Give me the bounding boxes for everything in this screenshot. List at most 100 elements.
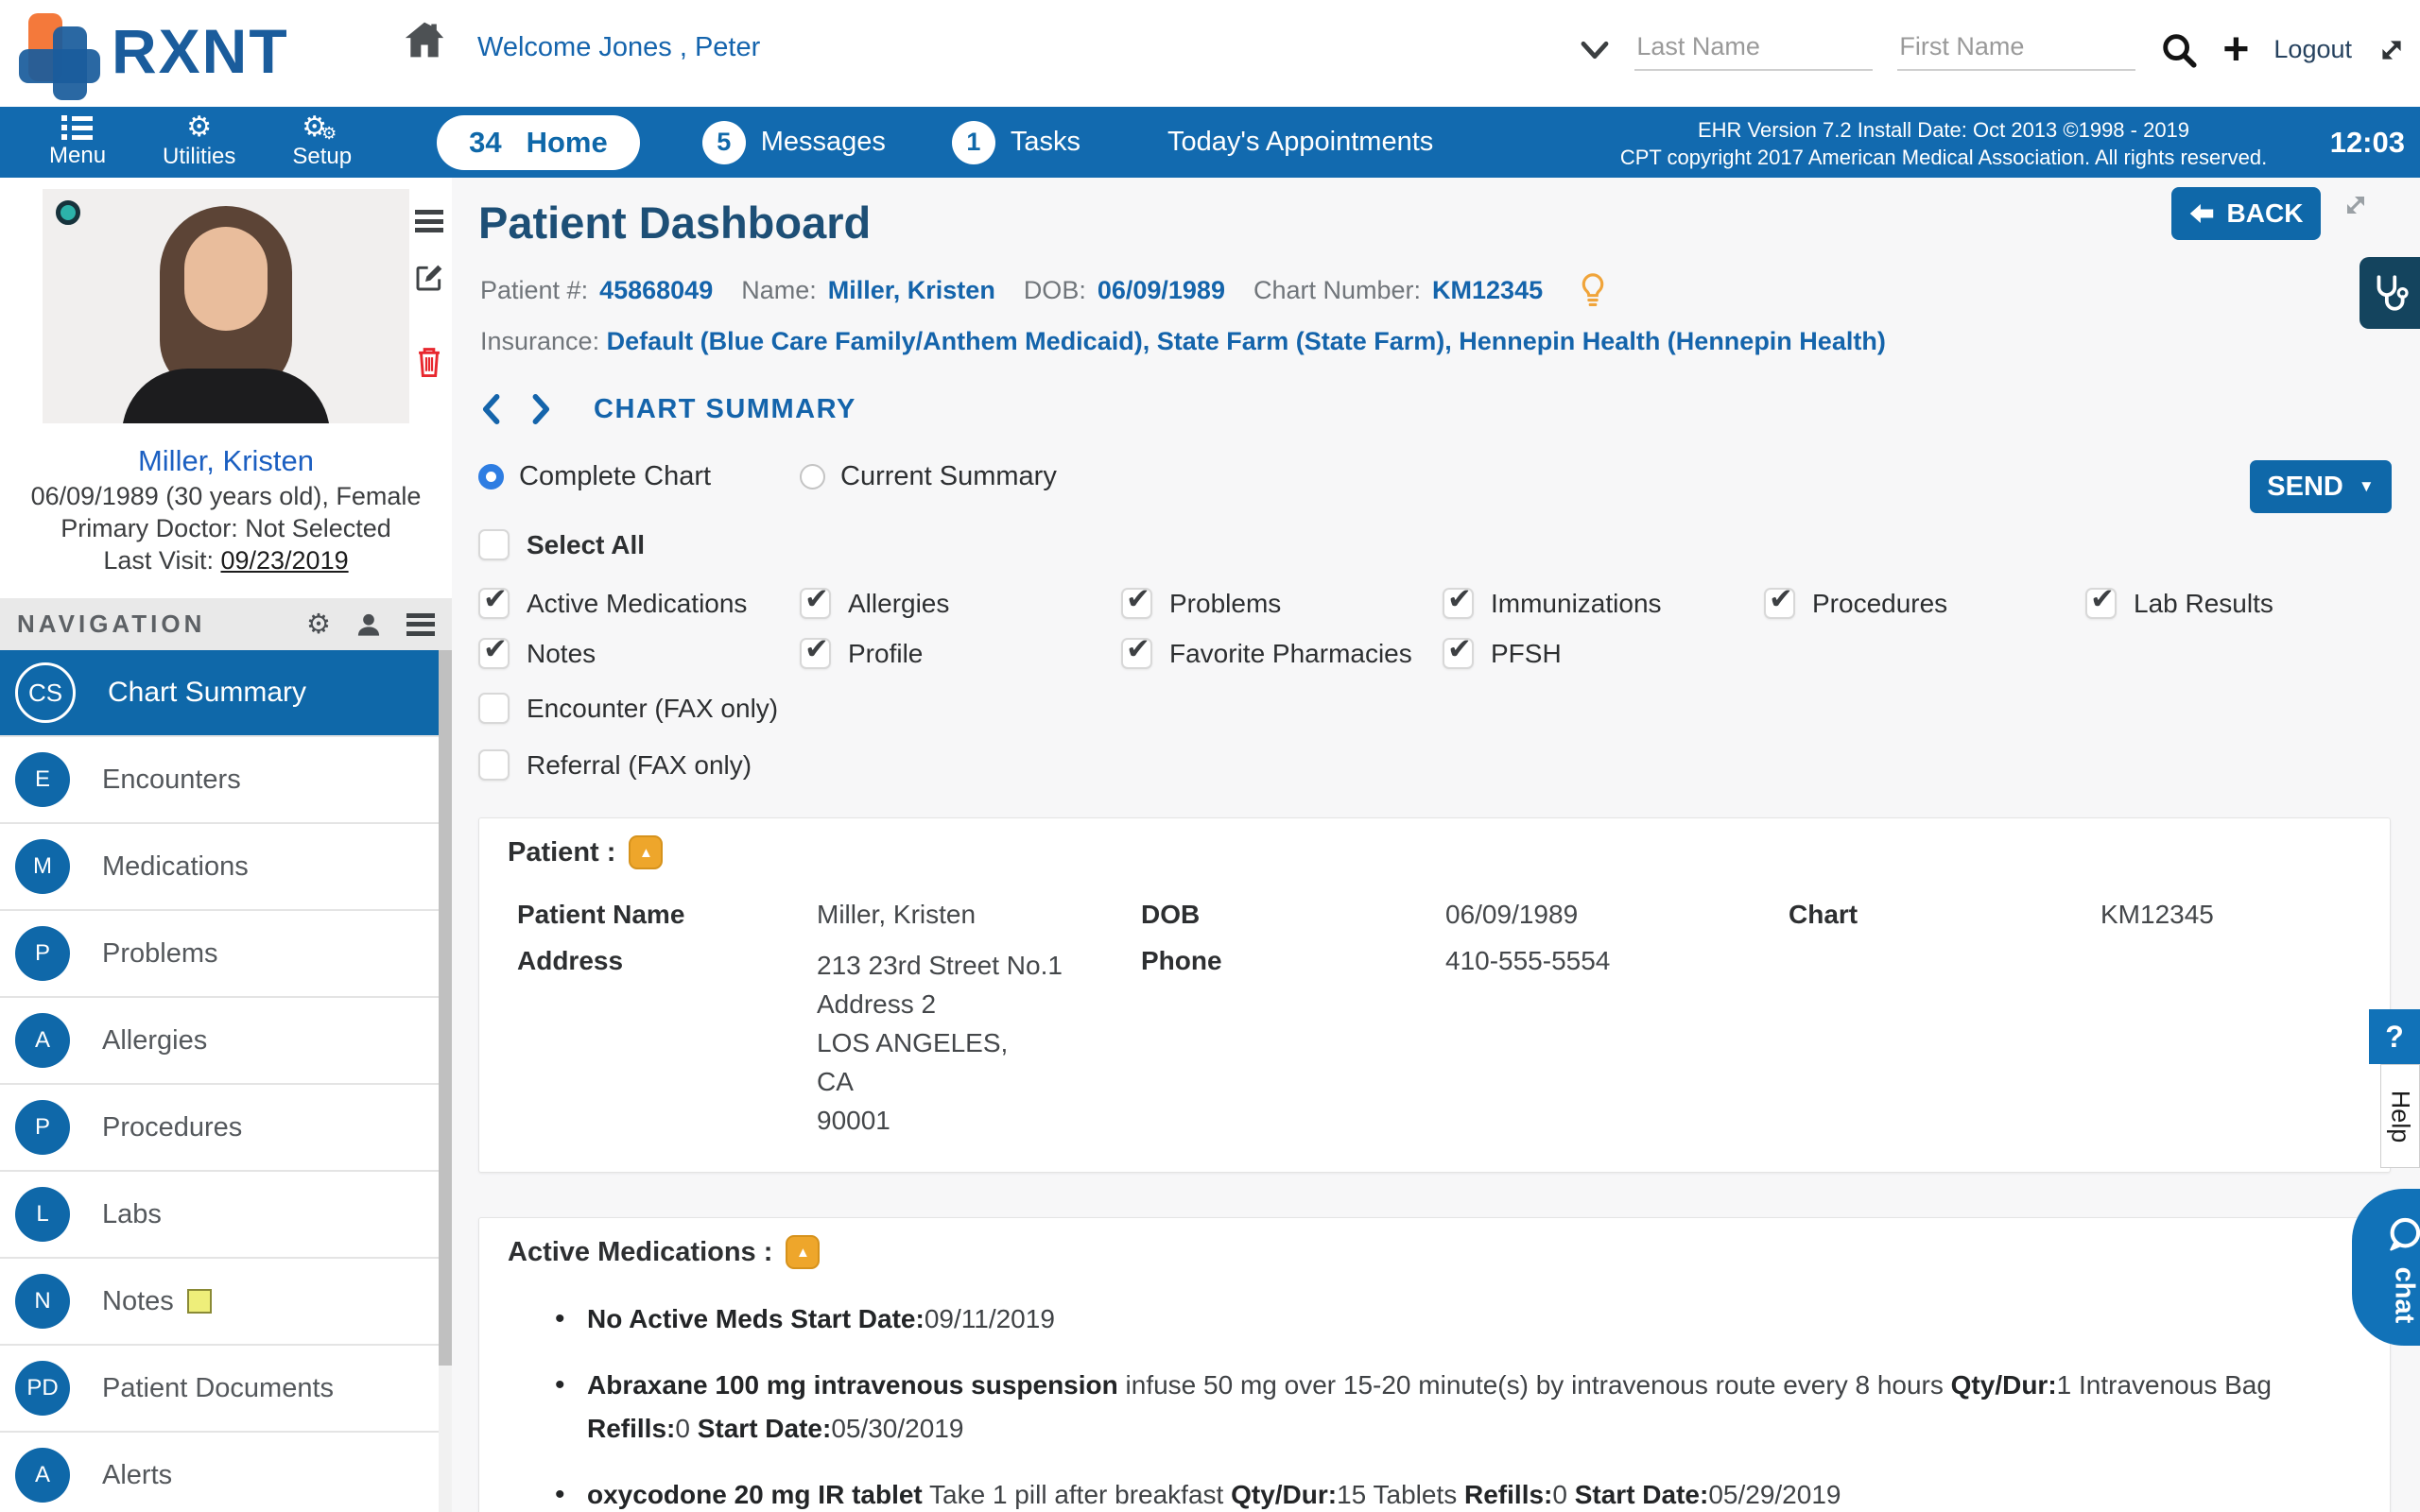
patient-dob-sex: 06/09/1989 (30 years old), Female — [30, 482, 422, 510]
tab-tasks[interactable]: 1 Tasks — [951, 120, 1080, 164]
cs-badge: CS — [15, 662, 76, 723]
radio-unselected-icon — [800, 464, 825, 490]
logout-link[interactable]: Logout — [2273, 35, 2352, 64]
sidebar-item-medications[interactable]: M Medications — [0, 824, 439, 911]
rxnt-logo-icon[interactable] — [13, 8, 104, 100]
delete-icon[interactable] — [415, 346, 443, 378]
home-icon[interactable] — [403, 19, 446, 60]
nav-person-icon[interactable] — [355, 611, 382, 638]
search-icon[interactable] — [2160, 31, 2198, 69]
first-name-input[interactable] — [1897, 28, 2136, 71]
active-medications-card: Active Medications : ▲ No Active Meds St… — [478, 1217, 2391, 1512]
stethoscope-tab[interactable] — [2360, 257, 2420, 329]
help-question-badge[interactable]: ? — [2369, 1009, 2420, 1064]
lightbulb-icon[interactable] — [1577, 272, 1609, 308]
add-patient-icon[interactable]: + — [2222, 26, 2249, 72]
sidebar-item-patient-documents[interactable]: PD Patient Documents — [0, 1346, 439, 1433]
edit-icon[interactable] — [414, 263, 444, 293]
insurance-row: Insurance: Default (Blue Care Family/Ant… — [480, 327, 1886, 355]
field-label: Address — [517, 946, 624, 975]
checkbox-profile[interactable]: ✔ Profile — [800, 632, 923, 669]
checkbox-procedures[interactable]: ✔ Procedures — [1764, 582, 1947, 619]
setup-button[interactable]: ⚙ ⚙ Setup — [292, 112, 352, 170]
navigation-header: NAVIGATION ⚙ — [0, 598, 452, 650]
arrow-left-icon — [2189, 204, 2213, 223]
checkbox-encounter-fax[interactable]: Encounter (FAX only) — [478, 693, 778, 724]
nav-gear-icon[interactable]: ⚙ — [306, 608, 331, 641]
menu-icon — [61, 115, 94, 140]
gears-icon: ⚙ ⚙ — [302, 112, 337, 144]
sidebar-navigation: CS Chart Summary E Encounters M Medicati… — [0, 650, 439, 1512]
rxnt-ehr-screen: RXNT Welcome Jones , Peter + Logout Menu — [0, 0, 2420, 1512]
tab-todays-appointments[interactable]: Today's Appointments — [1167, 127, 1433, 158]
radio-complete-chart[interactable]: Complete Chart — [478, 461, 711, 492]
version-info: EHR Version 7.2 Install Date: Oct 2013 ©… — [1619, 118, 2268, 169]
field-label: DOB — [1141, 900, 1201, 929]
field-value: 06/09/1989 — [1445, 900, 1579, 929]
checkbox-notes[interactable]: ✔ Notes — [478, 632, 596, 669]
utilities-button[interactable]: ⚙ Utilities — [163, 113, 235, 170]
sidebar-scrollbar-thumb[interactable] — [439, 650, 452, 1366]
sidebar-item-encounters[interactable]: E Encounters — [0, 737, 439, 824]
sidebar-item-labs[interactable]: L Labs — [0, 1172, 439, 1259]
help-tab[interactable]: Help — [2380, 1064, 2420, 1168]
messages-count-badge: 5 — [701, 120, 746, 164]
patient-last-visit: Last Visit: 09/23/2019 — [103, 546, 349, 575]
stethoscope-icon — [2377, 275, 2409, 311]
medication-list: No Active Meds Start Date:09/11/2019 Abr… — [479, 1269, 2390, 1512]
home-count-badge: 34 — [469, 125, 502, 159]
patient-name-value[interactable]: Miller, Kristen — [828, 276, 995, 305]
checkbox-active-medications[interactable]: ✔ Active Medications — [478, 582, 747, 619]
expand-icon[interactable] — [2377, 35, 2407, 65]
caret-down-icon: ▼ — [2358, 477, 2375, 495]
top-header: RXNT Welcome Jones , Peter + Logout — [0, 0, 2420, 107]
checkbox-referral-fax[interactable]: Referral (FAX only) — [478, 749, 752, 781]
welcome-user[interactable]: Welcome Jones , Peter — [477, 32, 760, 63]
phone-value: 410-555-5554 — [1445, 946, 1611, 975]
sidebar-scrollbar[interactable] — [439, 650, 452, 1512]
radio-selected-icon — [478, 464, 504, 490]
checkbox-allergies[interactable]: ✔ Allergies — [800, 582, 949, 619]
field-label: Chart — [1789, 900, 1858, 929]
checkbox-pfsh[interactable]: ✔ PFSH — [1443, 632, 1562, 669]
patient-number[interactable]: 45868049 — [599, 276, 713, 305]
sidebar-patient-name[interactable]: Miller, Kristen — [0, 444, 452, 478]
list-icon[interactable] — [415, 210, 443, 232]
menu-button[interactable]: Menu — [49, 115, 106, 169]
chevron-down-icon[interactable] — [1580, 39, 1610, 61]
send-button[interactable]: SEND ▼ — [2250, 460, 2392, 513]
fullscreen-icon[interactable] — [2342, 191, 2370, 219]
checkbox-select-all[interactable]: Select All — [478, 529, 645, 560]
collapse-icon[interactable]: ▲ — [629, 835, 664, 869]
patient-info-row: Patient #: 45868049 Name: Miller, Kriste… — [480, 272, 1609, 308]
chat-button[interactable]: chat — [2352, 1189, 2420, 1346]
sidebar-item-alerts[interactable]: A Alerts — [0, 1433, 439, 1512]
tab-home[interactable]: 34 Home — [437, 114, 640, 170]
checkbox-problems[interactable]: ✔ Problems — [1121, 582, 1281, 619]
sidebar-item-allergies[interactable]: A Allergies — [0, 998, 439, 1085]
page-title: Patient Dashboard — [478, 198, 872, 248]
nav-list-icon[interactable] — [406, 612, 435, 636]
chevron-left-icon[interactable] — [478, 393, 503, 425]
tab-messages[interactable]: 5 Messages — [701, 120, 886, 164]
tasks-count-badge: 1 — [951, 120, 995, 164]
checkbox-immunizations[interactable]: ✔ Immunizations — [1443, 582, 1662, 619]
last-visit-date[interactable]: 09/23/2019 — [220, 546, 348, 575]
patient-card: Patient : ▲ Patient Name Miller, Kristen… — [478, 817, 2391, 1173]
sidebar-item-procedures[interactable]: P Procedures — [0, 1085, 439, 1172]
radio-current-summary[interactable]: Current Summary — [800, 461, 1057, 492]
last-name-input[interactable] — [1634, 28, 1874, 71]
patient-photo[interactable] — [43, 189, 409, 423]
sidebar-item-chart-summary[interactable]: CS Chart Summary — [0, 650, 439, 737]
checkbox-favorite-pharmacies[interactable]: ✔ Favorite Pharmacies — [1121, 632, 1412, 669]
chart-number-value: KM12345 — [1432, 275, 1544, 304]
medication-item: Abraxane 100 mg intravenous suspension i… — [555, 1364, 2352, 1451]
medications-card-title: Active Medications : — [508, 1236, 773, 1267]
sidebar-item-problems[interactable]: P Problems — [0, 911, 439, 998]
checkbox-lab-results[interactable]: ✔ Lab Results — [2085, 582, 2273, 619]
chevron-right-icon[interactable] — [529, 393, 554, 425]
sidebar-item-notes[interactable]: N Notes — [0, 1259, 439, 1346]
collapse-icon[interactable]: ▲ — [786, 1235, 821, 1269]
insurance-list[interactable]: Default (Blue Care Family/Anthem Medicai… — [607, 327, 1886, 355]
back-button[interactable]: BACK — [2171, 187, 2321, 240]
